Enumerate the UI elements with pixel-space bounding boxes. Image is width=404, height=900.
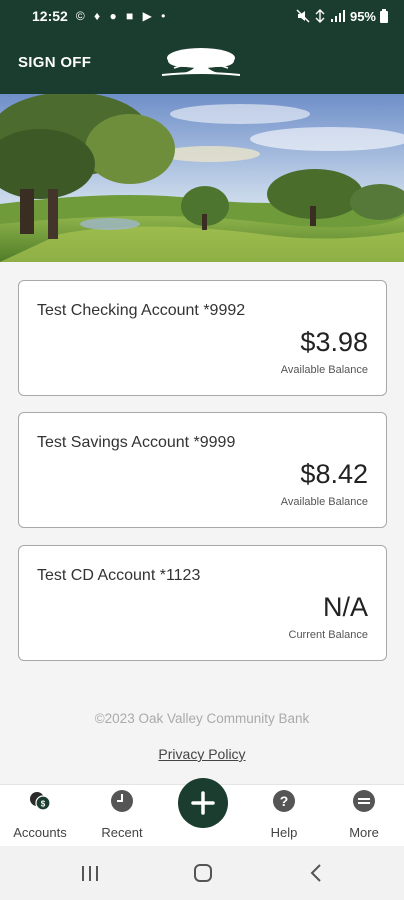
system-nav-bar [0,846,404,900]
account-balance: N/A [322,592,368,622]
tab-accounts[interactable]: $ Accounts [0,785,80,847]
coins-icon: $ [30,792,51,811]
account-balance: $8.42 [300,459,368,489]
recent-apps-icon [82,866,98,881]
account-name: Test Checking Account *9992 [37,302,246,319]
balance-label: Available Balance [280,364,368,376]
data-saver-icon [315,9,325,23]
back-icon [310,864,321,882]
status-right: 95% [296,9,388,24]
signal-icon [330,10,345,22]
svg-text:$: $ [41,800,46,809]
status-time: 12:52 [32,8,68,24]
help-icon: ? [273,790,295,812]
add-button[interactable] [178,778,228,828]
balance-label: Available Balance [280,496,368,508]
app-header: SIGN OFF [0,32,404,94]
tab-label: More [349,825,379,840]
plus-icon [191,791,215,815]
privacy-policy-container: Privacy Policy [0,746,404,762]
account-name: Test CD Account *1123 [37,567,201,584]
tab-label: Accounts [13,825,67,840]
recent-apps-button[interactable] [70,860,110,886]
balance-label: Current Balance [288,629,369,641]
notification-icons: © ♦ ● ■ ▶ • [75,9,169,23]
tab-more[interactable]: More [324,785,404,847]
menu-icon [353,790,375,812]
tab-help[interactable]: ? Help [244,785,324,847]
home-icon [194,864,212,882]
home-button[interactable] [183,860,223,886]
account-balance: $3.98 [300,327,368,357]
back-button[interactable] [296,860,336,886]
account-card-checking[interactable]: Test Checking Account *9992 $3.98 Availa… [18,280,387,396]
copyright-text: ©2023 Oak Valley Community Bank [94,711,310,726]
battery-icon [380,9,388,23]
tab-label: Recent [101,825,143,840]
oak-tree-logo-icon [161,48,241,76]
battery-percent: 95% [349,8,376,24]
account-name: Test Savings Account *9999 [37,434,236,451]
tab-label: Help [270,825,298,840]
svg-text:?: ? [280,793,289,809]
account-card-savings[interactable]: Test Savings Account *9999 $8.42 Availab… [18,412,387,528]
account-card-cd[interactable]: Test CD Account *1123 N/A Current Balanc… [18,545,387,661]
privacy-policy-link[interactable]: Privacy Policy [158,746,245,762]
tab-recent[interactable]: Recent [82,785,162,847]
mute-icon [296,9,310,23]
clock-icon [111,790,133,812]
sign-off-button[interactable]: SIGN OFF [18,54,91,71]
status-bar: 12:52 © ♦ ● ■ ▶ • 95% [0,0,404,32]
hero-landscape-image [0,94,404,262]
